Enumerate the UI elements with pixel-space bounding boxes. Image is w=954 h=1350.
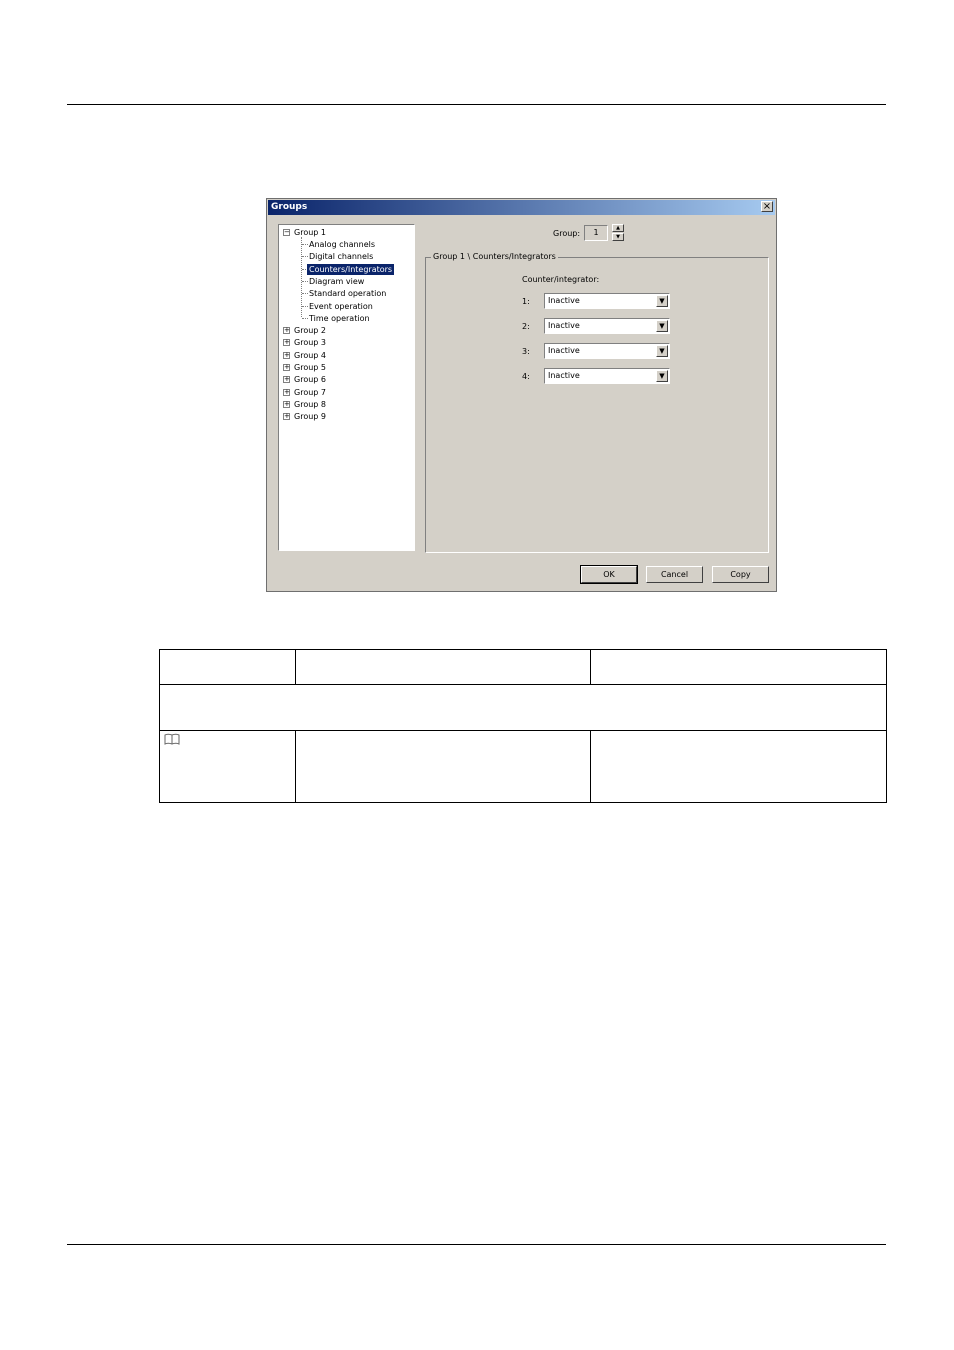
footer-rule xyxy=(67,1244,886,1245)
expand-icon[interactable]: + xyxy=(283,364,290,371)
tree-item-diagram-view[interactable]: Diagram view xyxy=(309,276,364,287)
group-spin-down-button[interactable]: ▼ xyxy=(612,233,624,241)
counter-2-select[interactable]: Inactive ▼ xyxy=(544,318,670,334)
close-icon: × xyxy=(762,201,772,212)
expand-icon[interactable]: + xyxy=(283,389,290,396)
counter-4-select[interactable]: Inactive ▼ xyxy=(544,368,670,384)
table-span-row xyxy=(159,684,887,731)
counter-3-value: Inactive xyxy=(548,346,580,355)
tree-item-counters-integrators[interactable]: Counters/Integrators xyxy=(307,264,395,275)
tree-item-group-1[interactable]: Group 1 xyxy=(294,227,326,238)
tree-item-group-3[interactable]: Group 3 xyxy=(294,337,326,348)
chevron-up-icon: ▲ xyxy=(616,225,620,231)
counter-1-value: Inactive xyxy=(548,296,580,305)
tree-item-group-4[interactable]: Group 4 xyxy=(294,350,326,361)
header-rule xyxy=(67,104,886,105)
groupbox-title: Group 1 \ Counters/Integrators xyxy=(431,252,558,261)
table-header-cell-1 xyxy=(159,649,296,685)
dropdown-arrow-icon[interactable]: ▼ xyxy=(656,370,668,382)
expand-icon[interactable]: + xyxy=(283,401,290,408)
book-icon xyxy=(164,733,180,745)
group-number-field[interactable]: 1 xyxy=(584,225,608,241)
chevron-down-icon: ▼ xyxy=(616,234,620,240)
close-button[interactable]: × xyxy=(761,201,773,212)
counter-3-select[interactable]: Inactive ▼ xyxy=(544,343,670,359)
dropdown-arrow-icon[interactable]: ▼ xyxy=(656,295,668,307)
dropdown-arrow-icon[interactable]: ▼ xyxy=(656,345,668,357)
counter-integrator-label: Counter/integrator: xyxy=(522,275,600,284)
table-cell-right xyxy=(590,730,887,803)
group-spin-up-button[interactable]: ▲ xyxy=(612,224,624,232)
copy-button[interactable]: Copy xyxy=(712,566,769,583)
dialog-titlebar[interactable]: Groups × xyxy=(268,200,775,215)
counter-2-value: Inactive xyxy=(548,321,580,330)
dropdown-arrow-icon[interactable]: ▼ xyxy=(656,320,668,332)
tree-item-group-5[interactable]: Group 5 xyxy=(294,362,326,373)
table-header-cell-3 xyxy=(590,649,887,685)
counter-4-label: 4: xyxy=(522,372,530,381)
counter-4-value: Inactive xyxy=(548,371,580,380)
tree-item-standard-operation[interactable]: Standard operation xyxy=(309,288,386,299)
tree-item-digital-channels[interactable]: Digital channels xyxy=(309,251,373,262)
counter-2-label: 2: xyxy=(522,322,530,331)
tree-item-event-operation[interactable]: Event operation xyxy=(309,301,373,312)
expand-icon[interactable]: + xyxy=(283,376,290,383)
counter-1-label: 1: xyxy=(522,297,530,306)
tree-item-group-8[interactable]: Group 8 xyxy=(294,399,326,410)
expand-icon[interactable]: + xyxy=(283,339,290,346)
tree-item-group-7[interactable]: Group 7 xyxy=(294,387,326,398)
collapse-icon[interactable]: − xyxy=(283,229,290,236)
groups-dialog: Groups × − Group 1 Analog channels Digit… xyxy=(266,198,777,592)
tree-item-time-operation[interactable]: Time operation xyxy=(309,313,370,324)
counter-1-select[interactable]: Inactive ▼ xyxy=(544,293,670,309)
ok-button[interactable]: OK xyxy=(580,565,638,584)
tree-item-analog-channels[interactable]: Analog channels xyxy=(309,239,375,250)
tree-item-group-9[interactable]: Group 9 xyxy=(294,411,326,422)
expand-icon[interactable]: + xyxy=(283,352,290,359)
dialog-title: Groups xyxy=(271,202,308,212)
tree-item-group-6[interactable]: Group 6 xyxy=(294,374,326,385)
table-cell-middle xyxy=(295,730,591,803)
tree-item-group-2[interactable]: Group 2 xyxy=(294,325,326,336)
table-header-cell-2 xyxy=(295,649,591,685)
expand-icon[interactable]: + xyxy=(283,327,290,334)
cancel-button[interactable]: Cancel xyxy=(646,566,703,583)
counter-3-label: 3: xyxy=(522,347,530,356)
expand-icon[interactable]: + xyxy=(283,413,290,420)
group-tree[interactable]: − Group 1 Analog channels Digital channe… xyxy=(278,224,415,551)
parameter-table xyxy=(159,649,887,803)
group-label: Group: xyxy=(553,229,581,238)
